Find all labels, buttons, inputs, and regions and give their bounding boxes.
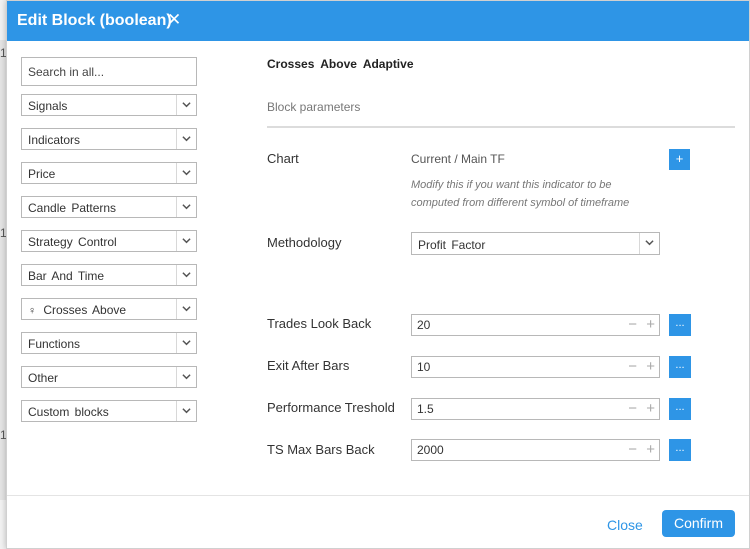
decrement-icon[interactable]: −: [628, 359, 637, 375]
category-label: Crosses Above: [43, 303, 127, 317]
increment-icon[interactable]: +: [646, 442, 655, 458]
decrement-icon[interactable]: −: [628, 401, 637, 417]
methodology-selected: Profit Factor: [418, 238, 486, 252]
chevron-down-icon: [176, 333, 196, 353]
performance-treshold-more-button[interactable]: ...: [669, 398, 691, 420]
performance-treshold-input[interactable]: [412, 399, 612, 419]
ts-max-bars-back-more-button[interactable]: ...: [669, 439, 691, 461]
category-bar-and-time[interactable]: Bar And Time: [21, 264, 197, 286]
ts-max-bars-back-input[interactable]: [412, 440, 612, 460]
block-category-sidebar: Signals Indicators Price Candle Patterns…: [21, 57, 197, 434]
trades-look-back-more-button[interactable]: ...: [669, 314, 691, 336]
dialog-titlebar: Edit Block (boolean) ✕: [7, 1, 749, 41]
category-label: Signals: [28, 99, 68, 113]
chevron-down-icon: [176, 401, 196, 421]
category-strategy-control[interactable]: Strategy Control: [21, 230, 197, 252]
category-indicators[interactable]: Indicators: [21, 128, 197, 150]
category-label: Candle Patterns: [28, 201, 117, 215]
param-label: Exit After Bars: [267, 358, 350, 373]
category-label: Strategy Control: [28, 235, 117, 249]
increment-icon[interactable]: +: [646, 359, 655, 375]
methodology-label: Methodology: [267, 235, 342, 250]
category-label: Indicators: [28, 133, 81, 147]
chevron-down-icon: [176, 95, 196, 115]
methodology-select[interactable]: Profit Factor: [411, 232, 660, 255]
chart-add-button[interactable]: +: [669, 149, 690, 170]
chart-label: Chart: [267, 151, 299, 166]
param-label: Trades Look Back: [267, 316, 372, 331]
category-label: Functions: [28, 337, 81, 351]
chart-hint: Modify this if you want this indicator t…: [411, 179, 630, 209]
chevron-down-icon: [639, 233, 659, 254]
category-crosses-above[interactable]: ♀ Crosses Above: [21, 298, 197, 320]
category-custom-blocks[interactable]: Custom blocks: [21, 400, 197, 422]
search-input[interactable]: [21, 57, 197, 86]
pin-icon: ♀: [28, 305, 37, 317]
chart-value: Current / Main TF: [411, 152, 505, 166]
increment-icon[interactable]: +: [646, 317, 655, 333]
category-functions[interactable]: Functions: [21, 332, 197, 354]
exit-after-bars-more-button[interactable]: ...: [669, 356, 691, 378]
decrement-icon[interactable]: −: [628, 442, 637, 458]
category-label: Custom blocks: [28, 405, 109, 419]
chevron-down-icon: [176, 197, 196, 217]
close-icon[interactable]: ✕: [167, 10, 181, 30]
block-title: Crosses Above Adaptive: [267, 57, 414, 71]
ts-max-bars-back-stepper: − +: [411, 439, 660, 461]
category-label: Other: [28, 371, 59, 385]
chevron-down-icon: [176, 299, 196, 319]
category-candle-patterns[interactable]: Candle Patterns: [21, 196, 197, 218]
performance-treshold-stepper: − +: [411, 398, 660, 420]
exit-after-bars-input[interactable]: [412, 357, 612, 377]
section-divider: [267, 126, 735, 128]
trades-look-back-input[interactable]: [412, 315, 612, 335]
param-label: TS Max Bars Back: [267, 442, 375, 457]
chevron-down-icon: [176, 231, 196, 251]
increment-icon[interactable]: +: [646, 401, 655, 417]
trades-look-back-stepper: − +: [411, 314, 660, 336]
category-signals[interactable]: Signals: [21, 94, 197, 116]
category-other[interactable]: Other: [21, 366, 197, 388]
category-label: Price: [28, 167, 56, 181]
category-label-wrap: ♀ Crosses Above: [28, 303, 126, 317]
block-parameters-panel: Crosses Above Adaptive Block parameters …: [267, 57, 737, 461]
category-label: Bar And Time: [28, 269, 105, 283]
section-heading: Block parameters: [267, 100, 361, 114]
decrement-icon[interactable]: −: [628, 317, 637, 333]
close-button[interactable]: Close: [607, 517, 643, 533]
confirm-button[interactable]: Confirm: [662, 510, 735, 537]
exit-after-bars-stepper: − +: [411, 356, 660, 378]
chevron-down-icon: [176, 163, 196, 183]
chevron-down-icon: [176, 265, 196, 285]
edit-block-dialog: Edit Block (boolean) ✕ Signals Indicator…: [6, 0, 750, 549]
chevron-down-icon: [176, 367, 196, 387]
chevron-down-icon: [176, 129, 196, 149]
dialog-title: Edit Block (boolean): [17, 12, 172, 29]
param-label: Performance Treshold: [267, 400, 395, 415]
category-price[interactable]: Price: [21, 162, 197, 184]
footer-divider: [7, 495, 749, 496]
